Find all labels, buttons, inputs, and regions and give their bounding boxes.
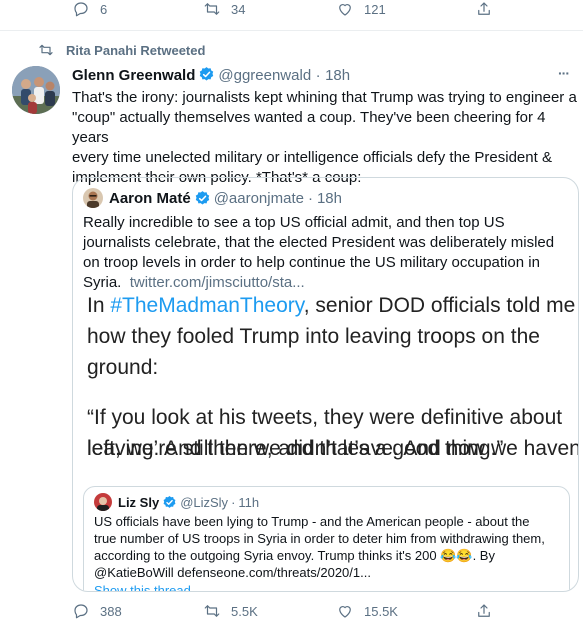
quoted-tweet-card[interactable]: Aaron Maté @aaronjmate · 18h Really incre… [72,177,579,592]
like-count: 121 [364,1,386,17]
author-name[interactable]: Glenn Greenwald [72,67,195,84]
nested-text-line: US officials have been lying to Trump - … [94,514,530,529]
media-line-3: ground: [87,356,159,379]
like-count: 15.5K [364,603,398,619]
reply-count: 388 [100,603,122,619]
verified-badge-icon [163,495,176,508]
nested-separator: · [231,494,236,510]
share-action-top[interactable] [475,0,493,18]
heart-icon [339,606,351,618]
media-line-2: how they fooled Trump into leaving troop… [87,325,540,348]
quote-author-handle[interactable]: @aaronjmate [214,190,304,207]
share-icon [478,604,490,617]
share-icon [478,2,490,15]
quote-link[interactable]: twitter.com/jimsciutto/sta... [130,274,305,291]
tweet-text: That's the irony: journalists kept whini… [72,88,577,188]
nested-text-line: @KatieBoWill defenseone.com/threats/2020… [94,565,371,580]
like-action-top[interactable]: 121 [336,0,386,18]
nested-avatar[interactable] [94,493,112,511]
nested-quoted-tweet[interactable]: Liz Sly @LizSly · 11h US officials have b… [83,486,570,591]
more-options-icon[interactable]: ··· [558,65,570,81]
tweet-text-line: That's the irony: journalists kept whini… [72,89,577,106]
retweet-count: 5.5K [231,603,258,619]
retweet-banner: Rita Panahi Retweeted [38,42,205,58]
retweet-banner-text[interactable]: Rita Panahi Retweeted [66,43,205,58]
header-separator: · [315,67,321,84]
nested-author-name[interactable]: Liz Sly [118,495,159,510]
quote-header: Aaron Maté @aaronjmate · 18h [83,188,342,208]
media-line-6-visible: left, we’re still there, and that’s a go… [87,437,504,460]
tweet-text-line: "coup" actually themselves wanted a coup… [72,109,546,146]
verified-badge-icon [195,190,209,205]
retweet-count: 34 [231,1,246,17]
media-line-4: “If you look at his tweets, they were de… [87,406,563,429]
reply-action-top[interactable]: 6 [72,0,107,18]
show-thread-link[interactable]: Show this thread [94,583,191,591]
nested-text: US officials have been lying to Trump - … [94,513,564,581]
quote-time[interactable]: 18h [317,190,342,207]
nested-time[interactable]: 11h [238,495,259,510]
tweet-time[interactable]: 18h [325,67,350,84]
retweet-icon [39,44,53,56]
nested-author-handle[interactable]: @LizSly [180,495,228,510]
quote-separator: · [307,189,313,207]
avatar[interactable] [12,66,60,114]
reply-icon [74,2,88,17]
nested-header: Liz Sly @LizSly · 11h [94,493,259,511]
quote-avatar[interactable] [83,188,103,208]
author-handle[interactable]: @ggreenwald [218,67,311,84]
nested-avatar-photo [94,493,112,511]
reply-icon [74,604,88,619]
quote-text: Really incredible to see a top US offici… [83,213,573,293]
reply-action[interactable]: 388 [72,602,122,620]
retweet-icon [204,605,220,617]
retweet-icon [204,3,220,15]
quote-avatar-photo [83,188,103,208]
quote-text-line: journalists celebrate, that the elected … [83,234,555,251]
media-line-1-suffix: , senior DOD officials told me [303,296,576,317]
quote-author-name[interactable]: Aaron Maté [109,190,191,207]
quote-text-line-end: Syria. [83,274,122,291]
media-hashtag: #TheMadmanTheory [110,296,304,317]
share-action[interactable] [475,602,493,620]
avatar-photo [12,66,60,114]
reply-count: 6 [100,1,108,17]
media-line-1: In #TheMadmanTheory, senior DOD official… [87,296,575,321]
retweet-action[interactable]: 5.5K [203,602,258,620]
like-action[interactable]: 15.5K [336,602,398,620]
nested-text-line: according to the outgoing Syria envoy. T… [94,548,495,563]
tweet-text-line: every time unelected military or intelli… [72,149,552,166]
nested-text-line: true number of US troops in Syria in ord… [94,531,545,546]
verified-badge-icon [200,67,214,81]
tweet-divider [0,30,583,31]
quote-text-line: on troop levels in order to help continu… [83,254,540,271]
tweet-header: Glenn Greenwald @ggreenwald · 18h [72,66,350,85]
heart-icon [339,4,351,16]
quote-text-line: Really incredible to see a top US offici… [83,214,505,231]
retweet-action-top[interactable]: 34 [203,0,245,18]
quote-text-line: Syria. twitter.com/jimsciutto/sta... [83,273,573,293]
media-line-1-prefix: In [87,296,111,317]
